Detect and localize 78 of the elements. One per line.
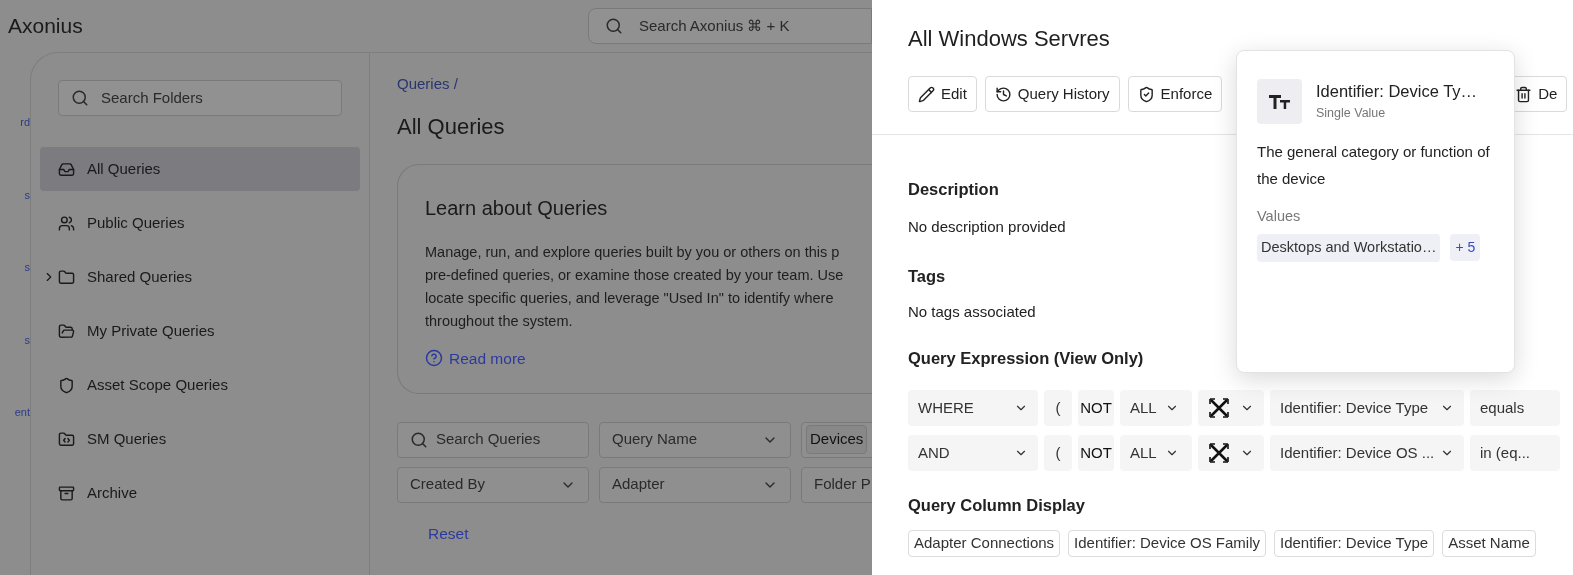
scope-select[interactable]: ALL [1120,435,1192,472]
search-icon [71,89,89,107]
section-heading: Query Column Display [908,495,1085,517]
action-icon [994,85,1012,103]
folder-item[interactable]: Shared Queries [40,255,360,299]
description-text: No description provided [908,216,1066,237]
adapter-select[interactable] [1198,390,1264,427]
paren-toggle[interactable]: ( [1044,390,1072,427]
action-icon [1515,85,1533,103]
not-toggle[interactable]: NOT [1078,435,1114,472]
more-values-badge[interactable]: + 5 [1450,234,1481,262]
action-icon [1137,85,1155,103]
search-placeholder: Search Axonius ⌘ + K [639,15,790,36]
card-text: throughout the system. [425,311,574,331]
app-logo: Axonius [7,13,84,40]
field-select[interactable]: Identifier: Device OS ... [1270,435,1464,472]
connector-select[interactable]: AND [908,435,1038,472]
search-placeholder: Search Folders [101,87,203,108]
column-tag: Asset Name [1442,530,1536,557]
popover-title: Identifier: Device Ty… [1316,81,1478,102]
search-placeholder: Search Queries [436,429,541,450]
filter-dropdown[interactable]: Created By [397,466,589,503]
nav-label[interactable]: rd [20,114,30,131]
field-select[interactable]: Identifier: Device Type [1270,390,1464,427]
search-folders-field[interactable]: Search Folders [58,80,342,116]
cross-arrows-icon [1208,397,1230,420]
action-button[interactable]: Query History [984,76,1120,112]
action-button[interactable]: Edit [908,76,977,112]
help-icon [425,349,443,368]
section-heading: Description [908,179,999,200]
nav-label[interactable]: ent [14,404,30,421]
search-queries-field[interactable]: Search Queries [397,421,589,458]
operator-select[interactable]: equals [1470,390,1560,427]
action-icon [918,85,935,103]
section-heading: Tags [908,266,946,288]
card-title: Learn about Queries [425,195,609,221]
folder-item[interactable]: Archive [40,471,360,515]
breadcrumb-link[interactable]: Queries / [397,73,872,96]
column-tag: Adapter Connections [908,530,1061,557]
text-type-icon [1268,93,1291,110]
folder-item[interactable]: My Private Queries [40,309,360,353]
column-tag: Identifier: Device OS Family [1068,530,1266,557]
values-label: Values [1257,207,1302,226]
nav-label[interactable]: s [24,259,30,276]
read-more-link[interactable]: Read more [425,346,872,370]
scope-select[interactable]: ALL [1120,390,1192,427]
adapter-select[interactable] [1198,435,1264,472]
not-toggle[interactable]: NOT [1078,390,1114,427]
card-text: Manage, run, and explore queries built by you or others on this p [425,242,841,262]
search-icon [410,430,428,449]
connector-select[interactable]: WHERE [908,390,1038,427]
search-icon [605,17,623,35]
column-tag: Identifier: Device Type [1274,530,1435,557]
popover-subtitle: Single Value [1316,104,1387,122]
action-button[interactable]: Enforce [1127,76,1223,112]
folder-item[interactable]: Asset Scope Queries [40,363,360,407]
folder-item[interactable]: Public Queries [40,201,360,245]
drawer-title: All Windows Servres [907,25,1111,53]
card-text: pre-defined queries, or examine those created by your team. Use [425,265,845,285]
paren-toggle[interactable]: ( [1044,435,1072,472]
value-chip: Desktops and Workstatio… [1257,233,1441,262]
operator-select[interactable]: in (eq... [1470,435,1560,472]
folder-item[interactable]: SM Queries [40,417,360,461]
reset-link[interactable]: Reset [428,521,872,545]
folder-item[interactable]: All Queries [40,147,360,191]
filter-dropdown[interactable]: Query Name [599,421,791,458]
popover-description: The general category or function of the device [1257,142,1491,189]
nav-label[interactable]: s [24,331,30,348]
filter-dropdown[interactable]: Adapter [599,466,791,503]
filter-dropdown[interactable]: Devices [801,421,872,458]
nav-label[interactable]: s [24,186,30,203]
page-title: All Queries [397,112,506,141]
global-search-field[interactable]: Search Axonius ⌘ + K [588,8,872,44]
card-text: locate specific queries, and leverage "Used In" to identify where [425,288,835,308]
filter-dropdown[interactable]: Folder P [801,466,872,503]
cross-arrows-icon [1208,442,1230,465]
section-heading: Query Expression (View Only) [908,347,1144,369]
tags-text: No tags associated [908,302,1036,322]
